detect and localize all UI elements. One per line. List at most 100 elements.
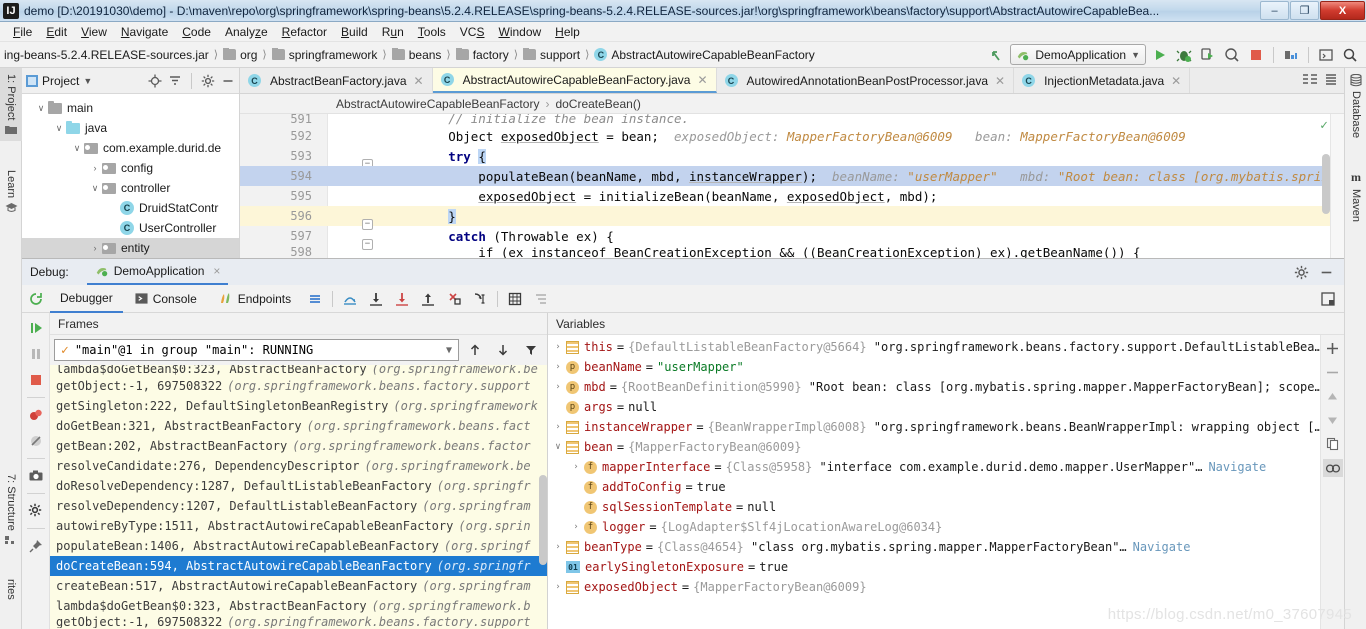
menu-item-edit[interactable]: Edit bbox=[39, 23, 74, 41]
debug-session-tab[interactable]: DemoApplication × bbox=[86, 259, 229, 285]
variable-action-link[interactable]: Navigate bbox=[1133, 540, 1191, 554]
breadcrumb-item-1[interactable]: ⟩ org bbox=[209, 47, 257, 62]
sidebar-item-structure[interactable]: 7: Structure bbox=[0, 468, 22, 552]
tree-node-config[interactable]: › config bbox=[22, 158, 239, 178]
remove-watch-icon[interactable] bbox=[1323, 363, 1343, 381]
code-line-591[interactable]: 591 // initialize the bean instance. bbox=[240, 114, 1344, 126]
sort-tabs-icon[interactable] bbox=[1302, 72, 1318, 89]
variable-row-bean[interactable]: ∨ bean = {MapperFactoryBean@6009} bbox=[548, 437, 1320, 457]
code-line-593[interactable]: 593− try { bbox=[240, 146, 1344, 170]
expand-arrow[interactable]: › bbox=[568, 462, 584, 472]
breadcrumb-item-5[interactable]: ⟩ support bbox=[509, 47, 580, 62]
project-panel-title-group[interactable]: Project ▼ bbox=[26, 74, 92, 88]
stack-frame-9[interactable]: populateBean:1406, AbstractAutowireCapab… bbox=[50, 536, 547, 556]
sidebar-item-project[interactable]: 1: Project bbox=[0, 68, 22, 142]
tab-console[interactable]: Console bbox=[125, 285, 207, 313]
resume-icon[interactable] bbox=[24, 316, 48, 340]
step-into-icon[interactable] bbox=[364, 287, 388, 311]
tree-expand-arrow[interactable]: › bbox=[88, 243, 102, 253]
drop-frame-icon[interactable] bbox=[442, 287, 466, 311]
camera-icon[interactable] bbox=[24, 464, 48, 488]
search-icon[interactable] bbox=[1340, 45, 1360, 65]
menu-item-run[interactable]: Run bbox=[375, 23, 411, 41]
variable-row-sqlSessionTemplate[interactable]: f sqlSessionTemplate = null bbox=[548, 497, 1320, 517]
menu-item-view[interactable]: View bbox=[74, 23, 114, 41]
tree-node-usercontroller[interactable]: C UserController bbox=[22, 218, 239, 238]
breadcrumb-item-4[interactable]: ⟩ factory bbox=[441, 47, 509, 62]
stack-frame-2[interactable]: getSingleton:222, DefaultSingletonBeanRe… bbox=[50, 396, 547, 416]
close-button[interactable]: X bbox=[1320, 1, 1365, 20]
stack-frame-12[interactable]: lambda$doGetBean$0:323, AbstractBeanFact… bbox=[50, 596, 547, 616]
stack-frame-13[interactable]: getObject:-1, 697508322 (org.springframew… bbox=[50, 616, 547, 628]
stack-frame-3[interactable]: doGetBean:321, AbstractBeanFactory (org.s… bbox=[50, 416, 547, 436]
move-down-icon[interactable] bbox=[1323, 411, 1343, 429]
stack-frame-6[interactable]: doResolveDependency:1287, DefaultListabl… bbox=[50, 476, 547, 496]
gear-icon[interactable] bbox=[1294, 265, 1309, 280]
expand-arrow[interactable]: › bbox=[550, 382, 566, 392]
step-out-icon[interactable] bbox=[416, 287, 440, 311]
variable-row-args[interactable]: p args = null bbox=[548, 397, 1320, 417]
chevron-down-icon[interactable]: ▼ bbox=[446, 345, 452, 356]
gear-icon[interactable] bbox=[201, 74, 215, 88]
run-with-coverage-icon[interactable] bbox=[1198, 45, 1218, 65]
sidebar-item-favorites[interactable]: rites bbox=[0, 573, 22, 606]
locate-icon[interactable] bbox=[148, 74, 162, 88]
rerun-icon[interactable] bbox=[24, 287, 48, 311]
code-line-598[interactable]: 598 if (ex instanceof BeanCreationExcept… bbox=[240, 246, 1344, 258]
evaluate-expression-icon[interactable] bbox=[503, 287, 527, 311]
force-step-into-icon[interactable] bbox=[390, 287, 414, 311]
editor-tab-abstractbeanfactory[interactable]: C AbstractBeanFactory.java ✕ bbox=[240, 68, 433, 93]
tree-node-com-example-durid-de[interactable]: ∨ com.example.durid.de bbox=[22, 138, 239, 158]
stack-frame-7[interactable]: resolveDependency:1207, DefaultListableB… bbox=[50, 496, 547, 516]
tree-node-entity[interactable]: › entity bbox=[22, 238, 239, 258]
step-over-icon[interactable] bbox=[338, 287, 362, 311]
add-watch-icon[interactable] bbox=[1323, 339, 1343, 357]
minimize-icon[interactable] bbox=[1319, 265, 1334, 280]
menu-item-help[interactable]: Help bbox=[548, 23, 587, 41]
run-to-cursor-icon[interactable] bbox=[468, 287, 492, 311]
close-icon[interactable]: ✕ bbox=[995, 74, 1005, 88]
stacked-tabs-icon[interactable] bbox=[1324, 72, 1338, 89]
editor-tab-autowiredannotationbeanpostprocessor[interactable]: C AutowiredAnnotationBeanPostProcessor.ja… bbox=[716, 68, 1015, 93]
sidebar-item-database[interactable]: Database bbox=[1345, 68, 1366, 144]
stop-icon[interactable] bbox=[24, 368, 48, 392]
terminal-icon[interactable] bbox=[1316, 45, 1336, 65]
thread-selector[interactable]: ✓ "main"@1 in group "main": RUNNING ▼ bbox=[54, 339, 459, 361]
mute-breakpoints-icon[interactable] bbox=[529, 287, 553, 311]
minimize-button[interactable]: – bbox=[1260, 1, 1289, 20]
variable-row-this[interactable]: › this = {DefaultListableBeanFactory@5664} … bbox=[548, 337, 1320, 357]
watches-icon[interactable] bbox=[1322, 459, 1343, 477]
stack-frame-1[interactable]: getObject:-1, 697508322 (org.springframew… bbox=[50, 376, 547, 396]
collapse-all-icon[interactable] bbox=[168, 74, 182, 88]
code-line-597[interactable]: 597− catch (Throwable ex) { bbox=[240, 226, 1344, 250]
debug-icon[interactable] bbox=[1174, 45, 1194, 65]
breadcrumb-item-3[interactable]: ⟩ beans bbox=[377, 47, 441, 62]
menu-item-build[interactable]: Build bbox=[334, 23, 375, 41]
close-icon[interactable]: ✕ bbox=[414, 74, 424, 88]
view-breakpoints-icon[interactable] bbox=[24, 403, 48, 427]
menu-item-refactor[interactable]: Refactor bbox=[275, 23, 334, 41]
stack-frame-0[interactable]: lambda$doGetBean$0:323, AbstractBeanFact… bbox=[50, 365, 547, 376]
call-stack-list[interactable]: lambda$doGetBean$0:323, AbstractBeanFact… bbox=[50, 365, 547, 629]
stack-frame-5[interactable]: resolveCandidate:276, DependencyDescript… bbox=[50, 456, 547, 476]
pin-icon[interactable] bbox=[24, 534, 48, 558]
profiler-icon[interactable] bbox=[1222, 45, 1242, 65]
editor-tab-injectionmetadata[interactable]: C InjectionMetadata.java ✕ bbox=[1014, 68, 1191, 93]
expand-arrow[interactable]: › bbox=[568, 522, 584, 532]
run-configuration-selector[interactable]: DemoApplication ▼ bbox=[1010, 44, 1146, 65]
close-icon[interactable]: ✕ bbox=[1171, 74, 1181, 88]
move-up-icon[interactable] bbox=[1323, 387, 1343, 405]
variable-row-mapperInterface[interactable]: › f mapperInterface = {Class@5958} "interfac… bbox=[548, 457, 1320, 477]
code-line-595[interactable]: 595 exposedObject = initializeBean(beanN… bbox=[240, 186, 1344, 206]
mute-breakpoints-icon[interactable] bbox=[24, 429, 48, 453]
debug-settings-icon[interactable] bbox=[1320, 291, 1344, 307]
variable-row-addToConfig[interactable]: f addToConfig = true bbox=[548, 477, 1320, 497]
menu-item-code[interactable]: Code bbox=[175, 23, 218, 41]
tree-expand-arrow[interactable]: ∨ bbox=[52, 123, 66, 134]
filter-icon[interactable] bbox=[519, 338, 543, 362]
menu-item-tools[interactable]: Tools bbox=[411, 23, 453, 41]
run-icon[interactable] bbox=[1150, 45, 1170, 65]
editor-tab-abstractautowirecapablebeanfactory[interactable]: C AbstractAutowireCapableBeanFactory.java… bbox=[432, 68, 717, 93]
tree-expand-arrow[interactable]: › bbox=[88, 163, 102, 173]
build-icon[interactable] bbox=[1281, 45, 1301, 65]
